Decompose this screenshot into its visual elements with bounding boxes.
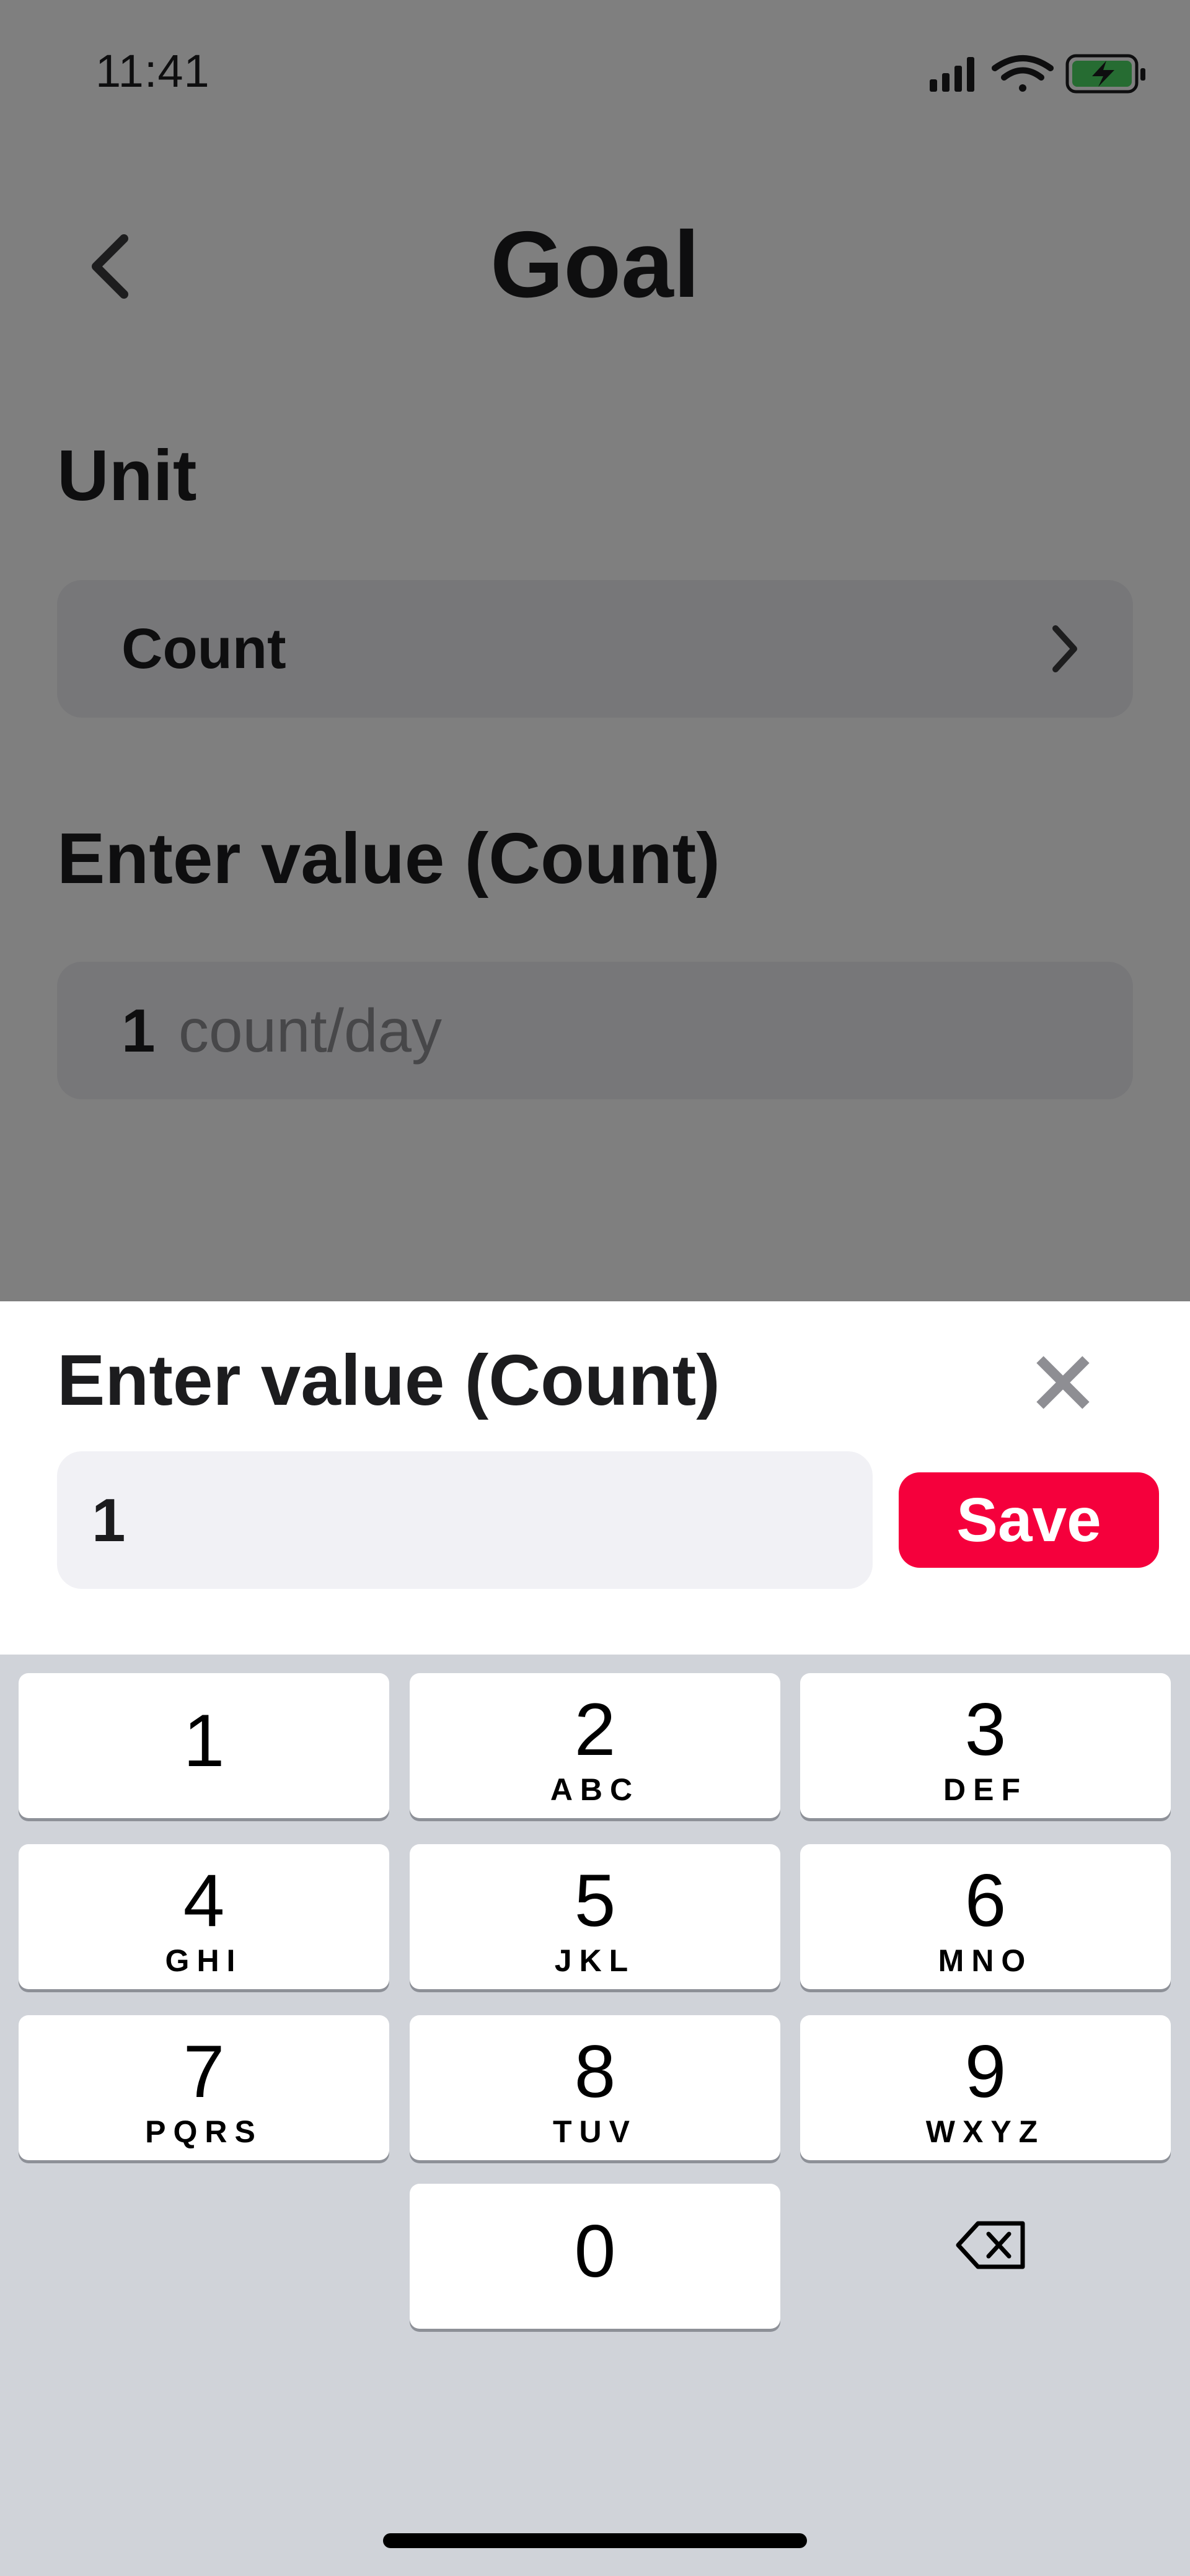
key-letters: TUV (553, 2114, 637, 2149)
backspace-icon[interactable] (954, 2217, 1029, 2273)
goal-screen: 11:41 Goal Unit Count Enter val (0, 0, 1190, 2576)
key-digit: 0 (574, 2210, 616, 2293)
key-2[interactable]: 2 ABC (410, 1673, 780, 1818)
key-0[interactable]: 0 (410, 2184, 780, 2329)
key-digit: 9 (964, 2030, 1007, 2113)
key-1[interactable]: 1 (19, 1673, 389, 1818)
key-digit: 6 (964, 1859, 1007, 1942)
key-letters: GHI (165, 1943, 243, 1978)
key-6[interactable]: 6 MNO (800, 1844, 1171, 1989)
key-letters: ABC (550, 1772, 640, 1807)
key-4[interactable]: 4 GHI (19, 1844, 389, 1989)
key-8[interactable]: 8 TUV (410, 2015, 780, 2160)
key-letters: WXYZ (925, 2114, 1046, 2149)
value-entry-sheet: Enter value (Count) Save (0, 1301, 1190, 1655)
key-digit: 5 (574, 1859, 616, 1942)
save-button[interactable]: Save (899, 1472, 1159, 1568)
key-digit: 8 (574, 2030, 616, 2113)
key-letters: MNO (938, 1943, 1033, 1978)
sheet-title: Enter value (Count) (57, 1340, 720, 1420)
home-indicator[interactable] (383, 2533, 807, 2548)
key-letters: JKL (554, 1943, 636, 1978)
numeric-keypad: 1 2 ABC 3 DEF 4 GHI 5 JKL 6 MNO 7 PQRS 8… (0, 1655, 1190, 2576)
key-3[interactable]: 3 DEF (800, 1673, 1171, 1818)
key-digit: 3 (964, 1688, 1007, 1771)
key-digit: 7 (183, 2030, 225, 2113)
key-letters: DEF (943, 1772, 1028, 1807)
key-digit: 4 (183, 1859, 225, 1942)
key-7[interactable]: 7 PQRS (19, 2015, 389, 2160)
key-digit: 2 (574, 1688, 616, 1771)
dim-overlay[interactable] (0, 0, 1190, 1301)
key-9[interactable]: 9 WXYZ (800, 2015, 1171, 2160)
value-input[interactable] (57, 1451, 873, 1589)
close-icon[interactable] (1029, 1348, 1097, 1417)
key-letters: PQRS (145, 2114, 263, 2149)
key-5[interactable]: 5 JKL (410, 1844, 780, 1989)
key-digit: 1 (183, 1699, 225, 1782)
